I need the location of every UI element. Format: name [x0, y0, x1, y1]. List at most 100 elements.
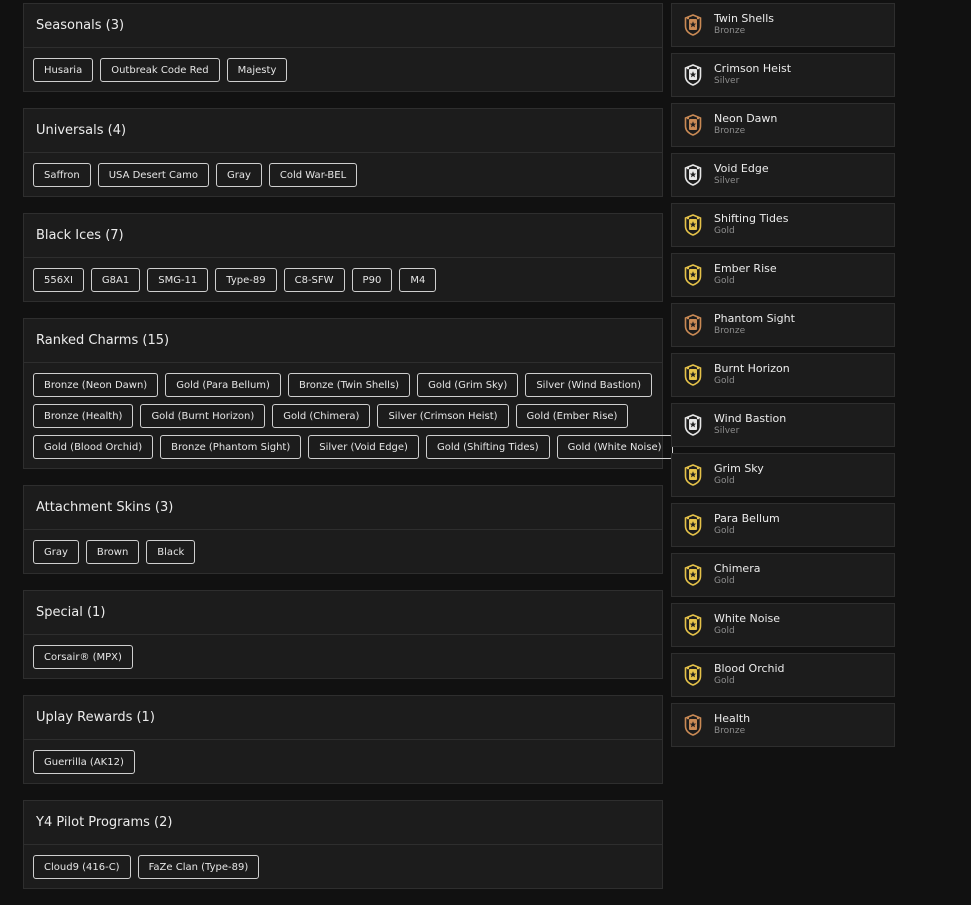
charm-tier: Gold [714, 226, 735, 236]
charm-card-void-edge[interactable]: Void Edge Silver [671, 153, 895, 197]
charm-name: Health [714, 712, 751, 725]
tag-gold-ember-rise[interactable]: Gold (Ember Rise) [515, 404, 629, 428]
charm-text: Neon Dawn Bronze [714, 113, 777, 137]
section-title: Black Ices (7) [24, 214, 662, 258]
tag-gold-grim-sky[interactable]: Gold (Grim Sky) [417, 373, 519, 397]
section-tags: Cloud9 (416-C) FaZe Clan (Type-89) [24, 845, 662, 888]
rank-badge-icon [684, 664, 702, 686]
rank-badge-icon [684, 464, 702, 486]
charm-tier: Gold [714, 376, 735, 386]
tag-p90[interactable]: P90 [351, 268, 393, 292]
charm-text: Void Edge Silver [714, 163, 769, 187]
charm-tier: Silver [714, 76, 740, 86]
tag-gold-chimera[interactable]: Gold (Chimera) [272, 404, 371, 428]
charm-name: Burnt Horizon [714, 362, 790, 375]
charm-tier: Bronze [714, 126, 746, 136]
section-tags: 556XI G8A1 SMG-11 Type-89 C8-SFW P90 M4 [24, 258, 662, 301]
charm-name: Shifting Tides [714, 212, 789, 225]
charm-card-twin-shells[interactable]: Twin Shells Bronze [671, 3, 895, 47]
charm-card-crimson-heist[interactable]: Crimson Heist Silver [671, 53, 895, 97]
tag-usa-desert-camo[interactable]: USA Desert Camo [97, 163, 209, 187]
tag-c8-sfw[interactable]: C8-SFW [283, 268, 345, 292]
charm-card-health[interactable]: Health Bronze [671, 703, 895, 747]
charm-text: Health Bronze [714, 713, 750, 737]
tag-bronze-phantom-sight[interactable]: Bronze (Phantom Sight) [160, 435, 302, 459]
collection-sections: Seasonals (3) Husaria Outbreak Code Red Maj… [23, 3, 673, 905]
charm-text: Crimson Heist Silver [714, 63, 791, 87]
tag-silver-void-edge[interactable]: Silver (Void Edge) [308, 435, 419, 459]
charm-text: Wind Bastion Silver [714, 413, 786, 437]
charm-name: Crimson Heist [714, 62, 792, 75]
charm-card-white-noise[interactable]: White Noise Gold [671, 603, 895, 647]
charm-name: Phantom Sight [714, 312, 795, 325]
section-title: Universals (4) [24, 109, 662, 153]
charm-tier: Bronze [714, 726, 746, 736]
charm-tier: Gold [714, 626, 735, 636]
tag-cloud9-416-c[interactable]: Cloud9 (416-C) [33, 855, 131, 879]
charm-name: Void Edge [714, 162, 769, 175]
tag-black[interactable]: Black [146, 540, 196, 564]
charm-card-ember-rise[interactable]: Ember Rise Gold [671, 253, 895, 297]
tag-bronze-twin-shells[interactable]: Bronze (Twin Shells) [287, 373, 411, 397]
rank-badge-icon [684, 564, 702, 586]
charm-card-para-bellum[interactable]: Para Bellum Gold [671, 503, 895, 547]
tag-gold-blood-orchid[interactable]: Gold (Blood Orchid) [33, 435, 154, 459]
rank-badge-icon [684, 64, 702, 86]
tag-gold-white-noise[interactable]: Gold (White Noise) [556, 435, 673, 459]
tag-g8a1[interactable]: G8A1 [90, 268, 141, 292]
charm-card-shifting-tides[interactable]: Shifting Tides Gold [671, 203, 895, 247]
tag-row: 556XI G8A1 SMG-11 Type-89 C8-SFW P90 M4 [33, 268, 653, 292]
tag-guerrilla-ak12[interactable]: Guerrilla (AK12) [33, 750, 135, 774]
charm-tier: Gold [714, 576, 735, 586]
charm-card-blood-orchid[interactable]: Blood Orchid Gold [671, 653, 895, 697]
rank-badge-icon [684, 214, 702, 236]
rank-badge-icon [684, 114, 702, 136]
charm-card-burnt-horizon[interactable]: Burnt Horizon Gold [671, 353, 895, 397]
charm-card-grim-sky[interactable]: Grim Sky Gold [671, 453, 895, 497]
tag-silver-crimson-heist[interactable]: Silver (Crimson Heist) [377, 404, 509, 428]
section-title: Uplay Rewards (1) [24, 696, 662, 740]
tag-row: Bronze (Health) Gold (Burnt Horizon) Gold … [33, 404, 653, 428]
rank-badge-icon [684, 314, 702, 336]
charm-text: Ember Rise Gold [714, 263, 777, 287]
charm-card-chimera[interactable]: Chimera Gold [671, 553, 895, 597]
tag-husaria[interactable]: Husaria [33, 58, 94, 82]
charm-text: Burnt Horizon Gold [714, 363, 790, 387]
charm-name: Wind Bastion [714, 412, 787, 425]
tag-row: Gold (Blood Orchid) Bronze (Phantom Sight… [33, 435, 673, 459]
section-seasonals: Seasonals (3) Husaria Outbreak Code Red Maj… [23, 3, 663, 92]
tag-silver-wind-bastion[interactable]: Silver (Wind Bastion) [525, 373, 653, 397]
tag-gold-shifting-tides[interactable]: Gold (Shifting Tides) [425, 435, 550, 459]
tag-brown[interactable]: Brown [85, 540, 140, 564]
tag-gray[interactable]: Gray [33, 540, 79, 564]
tag-outbreak-code-red[interactable]: Outbreak Code Red [100, 58, 220, 82]
charm-card-wind-bastion[interactable]: Wind Bastion Silver [671, 403, 895, 447]
charm-text: Grim Sky Gold [714, 463, 764, 487]
rank-badge-icon [684, 14, 702, 36]
tag-gold-burnt-horizon[interactable]: Gold (Burnt Horizon) [140, 404, 266, 428]
tag-gold-para-bellum[interactable]: Gold (Para Bellum) [165, 373, 281, 397]
charm-tier: Silver [714, 176, 740, 186]
section-title: Seasonals (3) [24, 4, 662, 48]
section-tags: Saffron USA Desert Camo Gray Cold War-BEL [24, 153, 662, 196]
section-ranked-charms: Ranked Charms (15) Bronze (Neon Dawn) Gold… [23, 318, 673, 469]
tag-bronze-health[interactable]: Bronze (Health) [33, 404, 134, 428]
charm-name: Grim Sky [714, 462, 764, 475]
charm-name: Chimera [714, 562, 761, 575]
charm-name: Ember Rise [714, 262, 777, 275]
charm-card-phantom-sight[interactable]: Phantom Sight Bronze [671, 303, 895, 347]
tag-faze-clan-type-89[interactable]: FaZe Clan (Type-89) [137, 855, 260, 879]
tag-corsair-mpx[interactable]: Corsair® (MPX) [33, 645, 133, 669]
charm-tier: Bronze [714, 26, 746, 36]
tag-smg-11[interactable]: SMG-11 [147, 268, 209, 292]
tag-m4[interactable]: M4 [399, 268, 437, 292]
tag-bronze-neon-dawn[interactable]: Bronze (Neon Dawn) [33, 373, 159, 397]
charm-card-neon-dawn[interactable]: Neon Dawn Bronze [671, 103, 895, 147]
tag-majesty[interactable]: Majesty [226, 58, 288, 82]
tag-cold-war-bel[interactable]: Cold War-BEL [268, 163, 358, 187]
tag-saffron[interactable]: Saffron [33, 163, 91, 187]
tag-556xi[interactable]: 556XI [33, 268, 84, 292]
tag-gray[interactable]: Gray [216, 163, 262, 187]
tag-type-89[interactable]: Type-89 [215, 268, 277, 292]
charm-name: Neon Dawn [714, 112, 778, 125]
